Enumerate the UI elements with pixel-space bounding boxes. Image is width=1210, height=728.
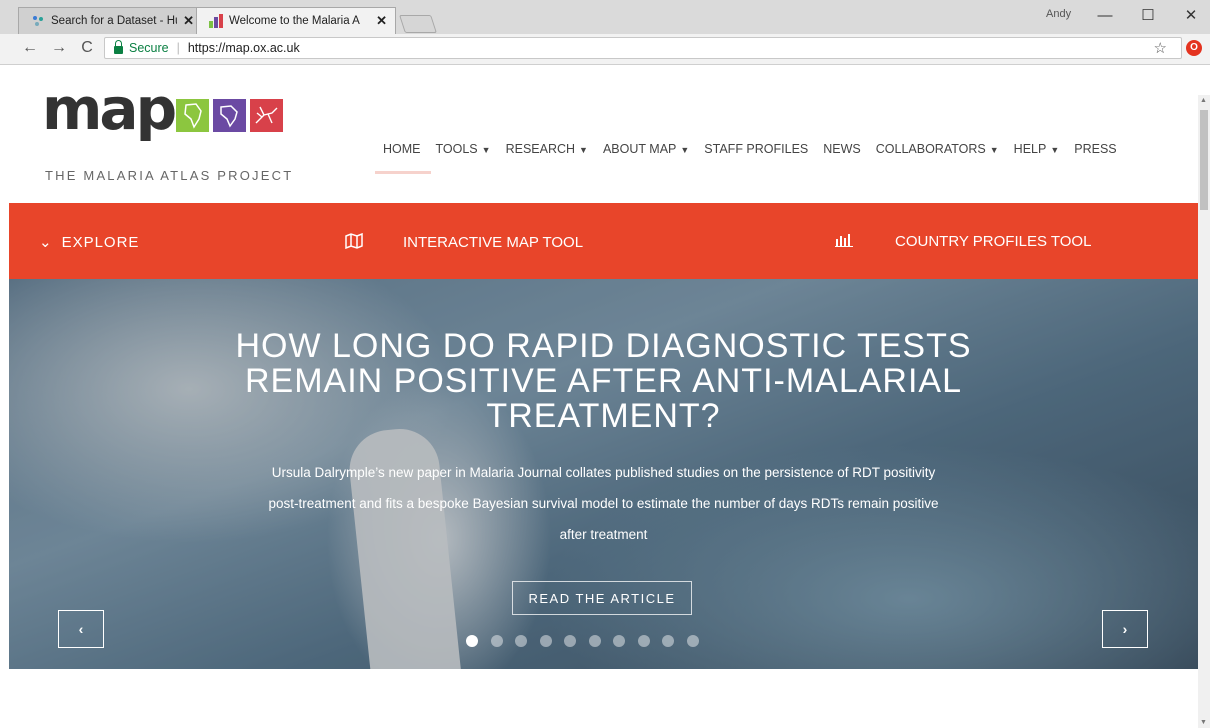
nav-staff-profiles[interactable]: STAFF PROFILES bbox=[704, 142, 808, 156]
address-separator: | bbox=[176, 41, 180, 55]
carousel-prev-button[interactable]: ‹ bbox=[58, 610, 104, 648]
page-scrollbar[interactable]: ▲ ▼ bbox=[1198, 95, 1210, 728]
dataset-favicon-icon bbox=[33, 16, 43, 26]
carousel-dot[interactable] bbox=[613, 635, 625, 647]
hero-carousel: HOW LONG DO RAPID DIAGNOSTIC TESTS REMAI… bbox=[9, 279, 1198, 669]
carousel-dot[interactable] bbox=[490, 635, 503, 647]
tab-close-icon[interactable]: ✕ bbox=[376, 13, 387, 29]
country-profiles-tool-link[interactable]: COUNTRY PROFILES TOOL bbox=[835, 233, 1091, 250]
scrollbar-thumb[interactable] bbox=[1200, 110, 1208, 210]
browser-toolbar: ← → C Secure | https://map.ox.ac.uk ☆ bbox=[0, 34, 1210, 65]
webpage: map THE MALARIA ATLAS PROJECT HOME TOOLS… bbox=[9, 65, 1198, 728]
logo-tagline: THE MALARIA ATLAS PROJECT bbox=[45, 168, 294, 183]
nav-press[interactable]: PRESS bbox=[1074, 142, 1116, 156]
interactive-map-tool-link[interactable]: INTERACTIVE MAP TOOL bbox=[345, 232, 584, 251]
tab-title: Search for a Dataset - Hu bbox=[51, 15, 178, 27]
hero-title-line: HOW LONG DO RAPID DIAGNOSTIC TESTS bbox=[235, 327, 972, 365]
tab-title: Welcome to the Malaria A bbox=[229, 15, 360, 27]
maximize-button[interactable]: ☐ bbox=[1133, 6, 1163, 26]
carousel-indicators bbox=[466, 635, 711, 647]
nav-tools[interactable]: TOOLS ▼ bbox=[436, 142, 491, 156]
tab-malaria-atlas[interactable]: Welcome to the Malaria A ✕ bbox=[196, 7, 396, 34]
explore-label: EXPLORE bbox=[61, 234, 140, 251]
profile-button[interactable]: Andy bbox=[1046, 8, 1071, 20]
hero-description: Ursula Dalrymple’s new paper in Malaria … bbox=[209, 457, 998, 550]
mosquito-red-icon bbox=[250, 99, 283, 132]
carousel-next-button[interactable]: › bbox=[1102, 610, 1148, 648]
lock-icon bbox=[114, 40, 123, 54]
carousel-dot[interactable] bbox=[686, 635, 699, 647]
nav-label: NEWS bbox=[823, 142, 861, 156]
nav-collaborators[interactable]: COLLABORATORS ▼ bbox=[876, 142, 999, 156]
hero-description-line: Ursula Dalrymple’s new paper in Malaria … bbox=[271, 465, 936, 480]
nav-research[interactable]: RESEARCH ▼ bbox=[506, 142, 588, 156]
africa-map-green-icon bbox=[176, 99, 209, 132]
interactive-map-tool-label: INTERACTIVE MAP TOOL bbox=[403, 234, 584, 251]
hero-title-line: TREATMENT? bbox=[486, 397, 721, 435]
scroll-up-arrow-icon[interactable]: ▲ bbox=[1200, 97, 1207, 104]
reload-button[interactable]: C bbox=[77, 39, 97, 57]
explore-toggle[interactable]: ⌄ EXPLORE bbox=[39, 233, 139, 251]
scroll-down-arrow-icon[interactable]: ▼ bbox=[1200, 719, 1207, 726]
tab-search-dataset[interactable]: Search for a Dataset - Hu ✕ bbox=[18, 7, 203, 34]
hero-description-line: post-treatment and fits a bespoke Bayesi… bbox=[268, 496, 939, 511]
caret-down-icon: ▼ bbox=[989, 145, 999, 155]
nav-label: TOOLS bbox=[435, 142, 478, 156]
new-tab-button[interactable] bbox=[399, 15, 437, 33]
hero-title: HOW LONG DO RAPID DIAGNOSTIC TESTS REMAI… bbox=[159, 329, 1048, 434]
hero-description-line: after treatment bbox=[559, 527, 648, 542]
nav-label: HOME bbox=[383, 142, 421, 156]
carousel-dot[interactable] bbox=[466, 635, 478, 647]
address-bar[interactable]: Secure | https://map.ox.ac.uk ☆ bbox=[104, 37, 1182, 59]
forward-button[interactable]: → bbox=[49, 39, 69, 57]
caret-down-icon: ▼ bbox=[680, 145, 690, 155]
carousel-dot[interactable] bbox=[515, 635, 527, 647]
carousel-dot[interactable] bbox=[564, 635, 576, 647]
map-icon bbox=[345, 232, 363, 250]
nav-help[interactable]: HELP ▼ bbox=[1014, 142, 1060, 156]
carousel-dot[interactable] bbox=[588, 635, 601, 647]
explore-bar: ⌄ EXPLORE INTERACTIVE MAP TOOL COUNTRY PR… bbox=[9, 203, 1198, 279]
nav-news[interactable]: NEWS bbox=[823, 142, 861, 156]
logo-wordmark[interactable]: map bbox=[42, 78, 177, 140]
country-profiles-tool-label: COUNTRY PROFILES TOOL bbox=[895, 233, 1092, 250]
main-navigation: HOME TOOLS ▼ RESEARCH ▼ ABOUT MAP ▼ STAFF P… bbox=[383, 142, 1132, 156]
africa-map-purple-icon bbox=[213, 99, 246, 132]
address-url[interactable]: https://map.ox.ac.uk bbox=[188, 41, 300, 55]
nav-label: RESEARCH bbox=[505, 142, 576, 156]
opera-extension-icon[interactable]: O bbox=[1186, 40, 1202, 56]
read-the-article-button[interactable]: READ THE ARTICLE bbox=[512, 581, 692, 615]
close-window-button[interactable]: ✕ bbox=[1176, 6, 1206, 26]
nav-label: PRESS bbox=[1074, 142, 1117, 156]
nav-label: COLLABORATORS bbox=[875, 142, 986, 156]
carousel-dot[interactable] bbox=[637, 635, 650, 647]
hero-title-line: REMAIN POSITIVE AFTER ANTI-MALARIAL bbox=[244, 362, 963, 400]
nav-label: ABOUT MAP bbox=[602, 142, 677, 156]
star-icon[interactable]: ☆ bbox=[1154, 39, 1167, 57]
browser-tab-strip: Search for a Dataset - Hu ✕ Welcome to t… bbox=[0, 0, 1210, 34]
map-favicon-icon bbox=[209, 14, 223, 28]
nav-label: STAFF PROFILES bbox=[704, 142, 809, 156]
active-nav-indicator bbox=[375, 171, 431, 174]
caret-down-icon: ▼ bbox=[481, 145, 491, 155]
tab-close-icon[interactable]: ✕ bbox=[183, 13, 194, 29]
nav-label: HELP bbox=[1013, 142, 1047, 156]
carousel-dot[interactable] bbox=[662, 635, 674, 647]
carousel-dot[interactable] bbox=[539, 635, 552, 647]
secure-label: Secure bbox=[129, 41, 169, 55]
bar-chart-icon bbox=[835, 234, 853, 247]
nav-about-map[interactable]: ABOUT MAP ▼ bbox=[603, 142, 689, 156]
minimize-button[interactable]: — bbox=[1090, 6, 1120, 26]
caret-down-icon: ▼ bbox=[579, 145, 588, 155]
back-button[interactable]: ← bbox=[20, 39, 40, 57]
chevron-down-icon: ⌄ bbox=[39, 234, 52, 251]
nav-home[interactable]: HOME bbox=[383, 142, 421, 156]
caret-down-icon: ▼ bbox=[1050, 145, 1060, 155]
